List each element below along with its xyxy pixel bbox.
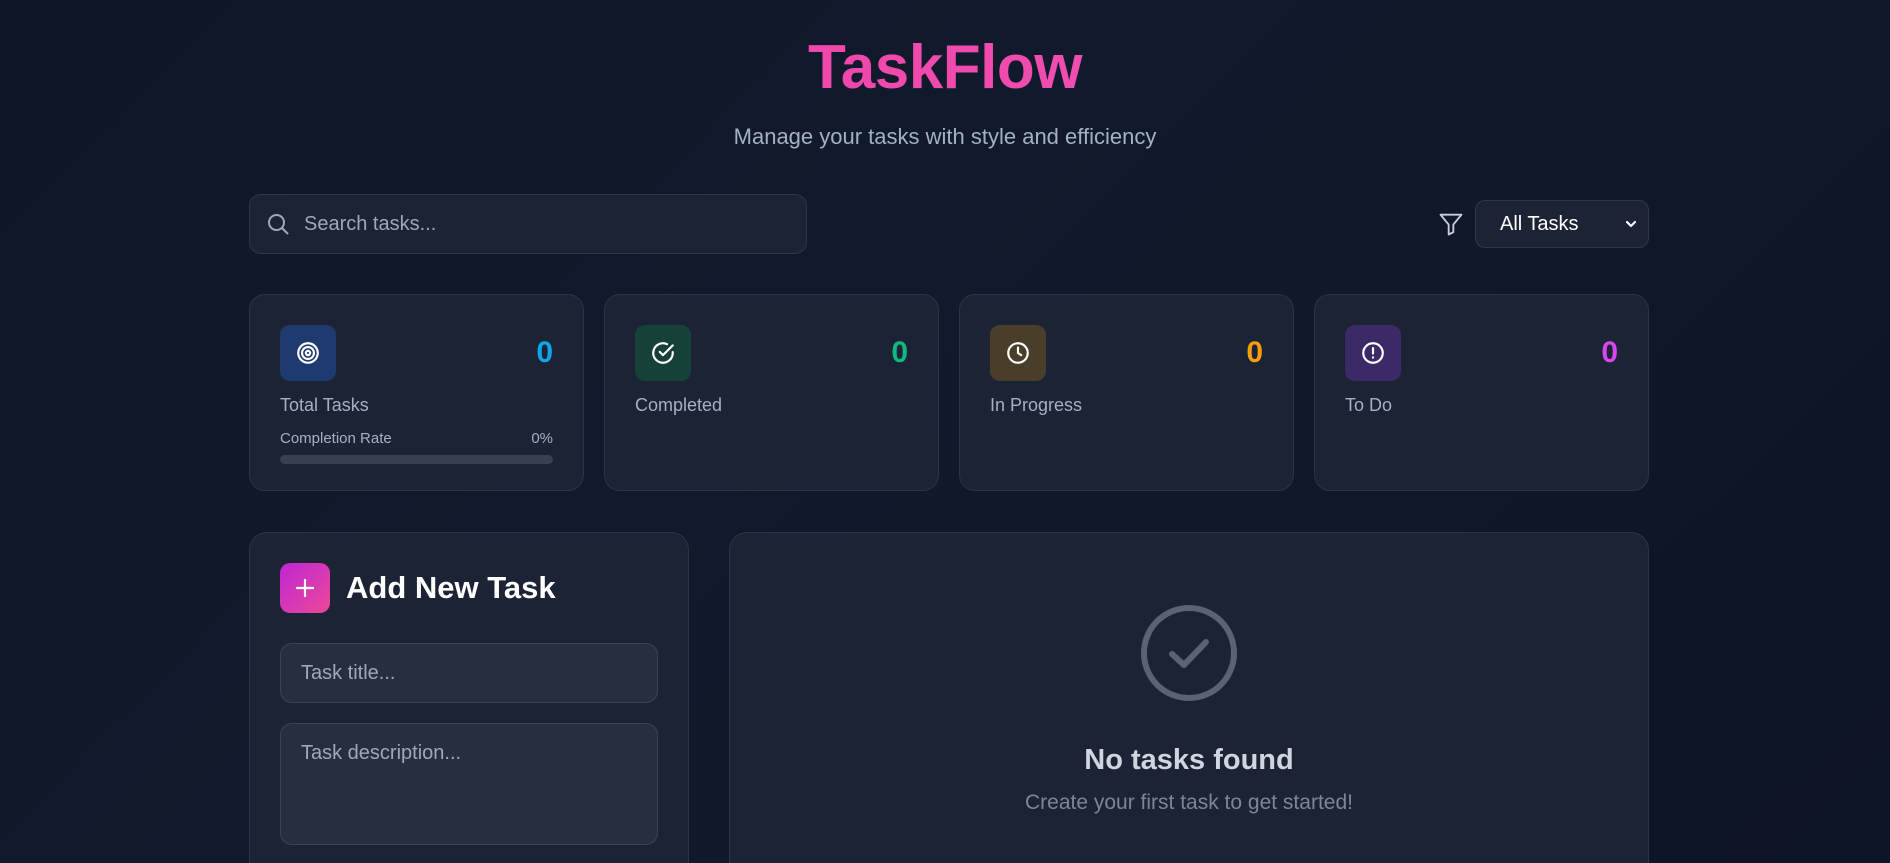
total-tasks-value: 0: [536, 336, 553, 369]
completed-value: 0: [891, 336, 908, 369]
app-root: TaskFlow Manage your tasks with style an…: [0, 0, 1890, 863]
alert-circle-icon: [1345, 325, 1401, 381]
header: TaskFlow Manage your tasks with style an…: [0, 0, 1890, 150]
stat-card-todo: 0 To Do: [1314, 294, 1649, 491]
app-subtitle: Manage your tasks with style and efficie…: [733, 124, 1157, 149]
check-circle-icon: [635, 325, 691, 381]
stat-card-completed: 0 Completed: [604, 294, 939, 491]
completion-rate-row: Completion Rate 0%: [280, 430, 553, 447]
filter-select[interactable]: All Tasks: [1475, 200, 1649, 248]
plus-icon[interactable]: [280, 563, 330, 613]
empty-state-subtitle: Create your first task to get started!: [1025, 791, 1353, 814]
search-icon: [268, 214, 289, 235]
empty-state-title: No tasks found: [1084, 744, 1294, 776]
app-title: TaskFlow: [0, 34, 1890, 102]
completed-label: Completed: [635, 395, 723, 415]
toolbar: All Tasks: [249, 193, 1649, 255]
completion-rate-value: 0%: [531, 430, 553, 447]
stat-card-in-progress: 0 In Progress: [959, 294, 1294, 491]
check-circle-icon: [1141, 605, 1237, 701]
stat-card-total: 0 Total Tasks Completion Rate 0%: [249, 294, 584, 491]
completion-rate-label: Completion Rate: [280, 430, 392, 447]
target-icon: [280, 325, 336, 381]
todo-value: 0: [1601, 336, 1618, 369]
in-progress-value: 0: [1246, 336, 1263, 369]
search-input[interactable]: [302, 211, 786, 237]
task-title-input[interactable]: [280, 643, 658, 703]
in-progress-label: In Progress: [990, 395, 1083, 415]
clock-icon: [990, 325, 1046, 381]
filter-icon: [1439, 213, 1463, 236]
todo-label: To Do: [1345, 395, 1393, 415]
filter-selected-label: All Tasks: [1500, 212, 1579, 235]
task-description-input[interactable]: [280, 723, 658, 845]
add-task-header: Add New Task: [280, 563, 658, 613]
add-task-panel: Add New Task: [249, 532, 689, 863]
completion-rate-bar: [280, 455, 553, 464]
total-tasks-label: Total Tasks: [280, 395, 369, 415]
filter-group: All Tasks: [1437, 200, 1649, 248]
main-content: Add New Task No tasks found Create your …: [249, 532, 1649, 863]
add-task-title: Add New Task: [346, 570, 556, 605]
search-box[interactable]: [249, 194, 807, 254]
task-list-panel: No tasks found Create your first task to…: [729, 532, 1649, 863]
chevron-down-icon: [1625, 220, 1637, 228]
stats-row: 0 Total Tasks Completion Rate 0% 0 Compl…: [249, 294, 1649, 491]
